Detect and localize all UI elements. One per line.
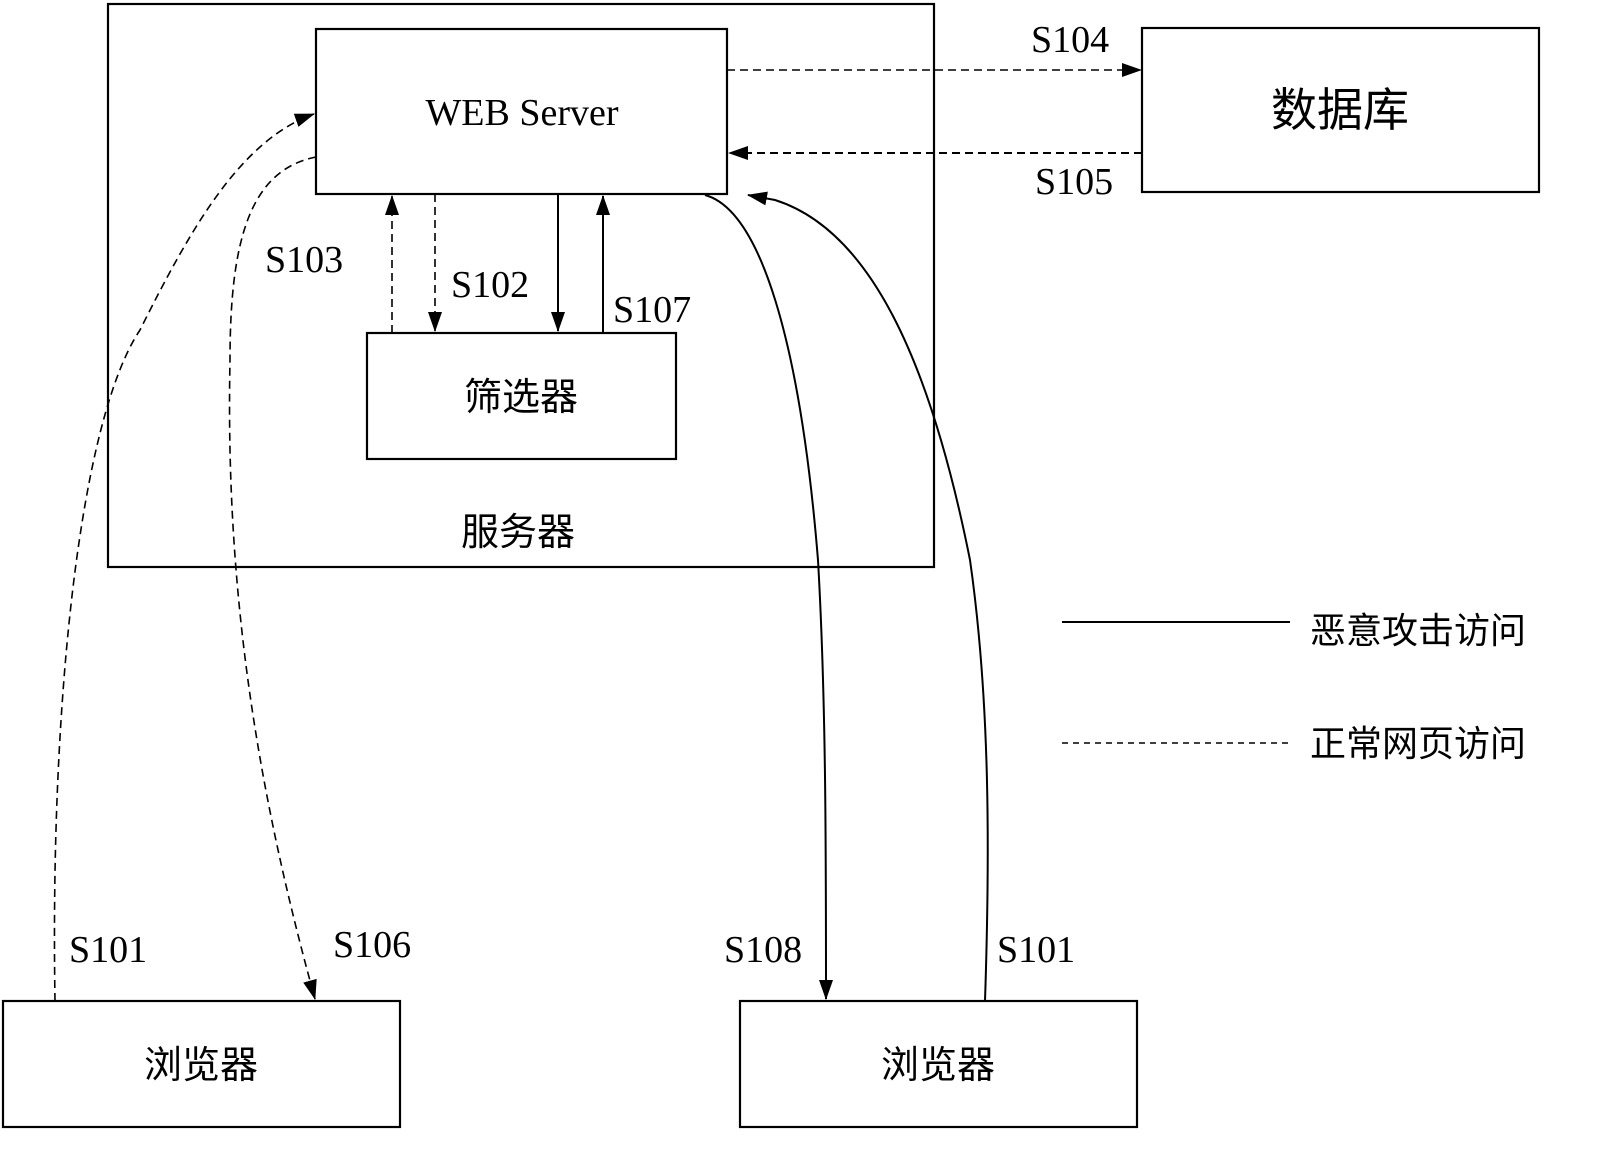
legend: 恶意攻击访问 正常网页访问 xyxy=(1062,611,1526,765)
step-label-s107: S107 xyxy=(613,289,691,331)
step-label-s105: S105 xyxy=(1035,161,1113,203)
network-diagram: 服务器 WEB Server 筛选器 数据库 浏览器 浏览器 S104 S105… xyxy=(1,2,1541,1129)
step-label-s108: S108 xyxy=(724,929,802,971)
server-container-label: 服务器 xyxy=(461,510,575,554)
step-label-s103: S103 xyxy=(265,239,343,281)
database-label: 数据库 xyxy=(1271,83,1409,137)
step-label-s101-left: S101 xyxy=(69,929,147,971)
browser-right-node[interactable]: 浏览器 xyxy=(738,999,1139,1129)
web-server-label: WEB Server xyxy=(425,92,618,134)
legend-dashed-label: 正常网页访问 xyxy=(1310,724,1526,765)
legend-solid-label: 恶意攻击访问 xyxy=(1310,611,1526,652)
step-label-s102: S102 xyxy=(451,264,529,306)
filter-node[interactable]: 筛选器 xyxy=(365,331,678,461)
browser-right-label: 浏览器 xyxy=(881,1043,995,1087)
browser-left-node[interactable]: 浏览器 xyxy=(1,999,402,1129)
web-server-node[interactable]: WEB Server xyxy=(314,27,729,196)
step-label-s101-right: S101 xyxy=(997,929,1075,971)
browser-left-label: 浏览器 xyxy=(144,1043,258,1087)
step-label-s106: S106 xyxy=(333,924,411,966)
step-label-s104: S104 xyxy=(1031,19,1109,61)
database-node[interactable]: 数据库 xyxy=(1140,26,1541,194)
filter-label: 筛选器 xyxy=(464,375,578,419)
